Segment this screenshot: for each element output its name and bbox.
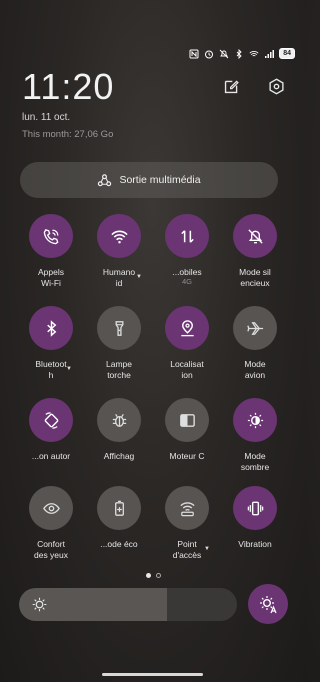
mute-icon [219, 49, 229, 58]
page-dot-active[interactable] [146, 573, 151, 578]
wifi-icon [110, 230, 128, 243]
chevron-down-icon: ▼ [136, 274, 142, 280]
tile-silent-mode[interactable]: Mode sil encieux [222, 214, 288, 289]
tile-eye-comfort[interactable]: Confort des yeux [18, 486, 84, 561]
tile-label: Humano id [102, 267, 136, 288]
network-type: 4G [181, 276, 192, 286]
tile-wifi-toggle[interactable] [97, 214, 141, 258]
flashlight-icon [115, 320, 123, 336]
data-usage: This month: 27,06 Go [22, 129, 114, 140]
hotspot-icon [179, 501, 195, 516]
date: lun. 11 oct. [22, 112, 71, 123]
media-output-button[interactable]: Sortie multimédia [20, 162, 278, 198]
tile-label: Localisat ion [170, 359, 204, 380]
airplane-icon [246, 321, 263, 335]
bell-off-icon [247, 228, 263, 244]
tile-airplane-mode-toggle[interactable] [233, 306, 277, 350]
bug-icon [112, 413, 126, 427]
tile-silent-mode-toggle[interactable] [233, 214, 277, 258]
tile-label: ...on autor [31, 451, 71, 461]
tile-eye-comfort-toggle[interactable] [29, 486, 73, 530]
vibration-icon [247, 501, 263, 515]
tile-label: Mode sil encieux [239, 267, 271, 288]
wifi-call-icon [43, 228, 58, 244]
brightness-icon [32, 597, 47, 612]
tile-battery-saver-toggle[interactable] [97, 486, 141, 530]
tile-wifi[interactable]: Humano id ▼ [86, 214, 152, 289]
battery-indicator: 84 [279, 48, 295, 59]
screen-mode-icon [179, 413, 195, 427]
tile-vibration-toggle[interactable] [233, 486, 277, 530]
tile-label: Bluetoot h [35, 359, 67, 380]
tile-mobile-data-toggle[interactable] [165, 214, 209, 258]
page-indicator [146, 573, 161, 578]
tile-vibration[interactable]: Vibration [222, 486, 288, 561]
location-icon [180, 319, 194, 336]
mobile-data-icon [180, 229, 194, 243]
eye-icon [42, 502, 60, 514]
chevron-down-icon: ▼ [204, 546, 210, 552]
tile-display-engine[interactable]: Moteur C [154, 398, 220, 473]
brightness-slider[interactable] [19, 588, 237, 621]
tile-wifi-calling[interactable]: Appels Wi-Fi [18, 214, 84, 289]
tile-dark-mode-toggle[interactable] [233, 398, 277, 442]
tile-flashlight-toggle[interactable] [97, 306, 141, 350]
bluetooth-status-icon [236, 48, 242, 59]
tile-label: ...obiles 4G [154, 267, 220, 289]
tile-flashlight[interactable]: Lampe torche [86, 306, 152, 381]
bluetooth-icon [46, 319, 56, 337]
tile-hotspot-toggle[interactable] [165, 486, 209, 530]
tile-display-engine-toggle[interactable] [165, 398, 209, 442]
tile-label: Confort des yeux [33, 539, 69, 560]
tile-location[interactable]: Localisat ion [154, 306, 220, 381]
alarm-icon [205, 50, 214, 58]
tile-label: Mode avion [244, 359, 266, 380]
tile-battery-saver[interactable]: ...ode éco [86, 486, 152, 561]
home-indicator[interactable] [102, 673, 203, 676]
status-bar: 84 [189, 48, 295, 59]
tile-label: Appels Wi-Fi [38, 267, 64, 288]
auto-brightness-icon [260, 596, 277, 614]
tile-dark-mode[interactable]: Mode sombre [222, 398, 288, 473]
wifi-status-icon [249, 50, 259, 56]
settings-gear-icon[interactable] [268, 78, 285, 95]
tile-location-toggle[interactable] [165, 306, 209, 350]
tile-hotspot[interactable]: Point d'accès ▼ [154, 486, 220, 561]
tile-bluetooth[interactable]: Bluetoot h ▼ [18, 306, 84, 381]
page-dot-inactive[interactable] [156, 573, 161, 578]
tile-label: Point d'accès [172, 539, 202, 560]
tile-display-debug-toggle[interactable] [97, 398, 141, 442]
edit-icon[interactable] [223, 78, 240, 95]
tile-display-debug[interactable]: Affichag [86, 398, 152, 473]
tile-label: Lampe torche [106, 359, 132, 380]
tile-label: Moteur C [169, 451, 205, 461]
signal-icon [265, 49, 275, 58]
tile-wifi-calling-toggle[interactable] [29, 214, 73, 258]
auto-brightness-button[interactable] [248, 584, 288, 624]
nfc-icon [189, 49, 199, 58]
battery-saver-icon [114, 500, 124, 516]
tile-airplane-mode[interactable]: Mode avion [222, 306, 288, 381]
chevron-down-icon: ▼ [66, 366, 72, 372]
auto-rotate-icon [44, 411, 58, 429]
tile-bluetooth-toggle[interactable] [29, 306, 73, 350]
tile-mobile-data[interactable]: ...obiles 4G [154, 214, 220, 289]
media-output-label: Sortie multimédia [119, 174, 201, 186]
tile-label: Affichag [103, 451, 135, 461]
tile-label: ...ode éco [100, 539, 138, 549]
tile-label: Mode sombre [240, 451, 270, 472]
media-output-icon [98, 173, 112, 186]
tile-label-text: ...obiles [172, 267, 202, 277]
tile-auto-rotate[interactable]: ...on autor [18, 398, 84, 473]
tile-label: Vibration [238, 539, 272, 549]
header-actions [223, 78, 285, 95]
clock: 11:20 [22, 66, 115, 107]
dark-mode-icon [247, 412, 263, 428]
tile-auto-rotate-toggle[interactable] [29, 398, 73, 442]
